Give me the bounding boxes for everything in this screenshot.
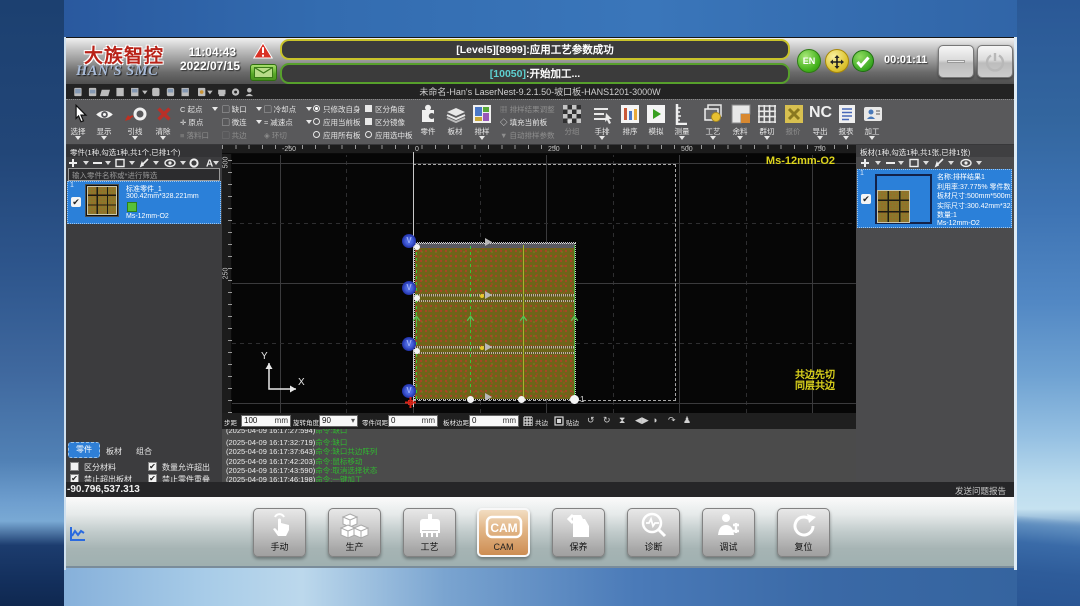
svg-text:X: X [298, 377, 305, 388]
svg-text:CAM: CAM [490, 521, 517, 535]
svg-text:Y: Y [261, 351, 268, 362]
svg-text:A: A [206, 159, 213, 168]
